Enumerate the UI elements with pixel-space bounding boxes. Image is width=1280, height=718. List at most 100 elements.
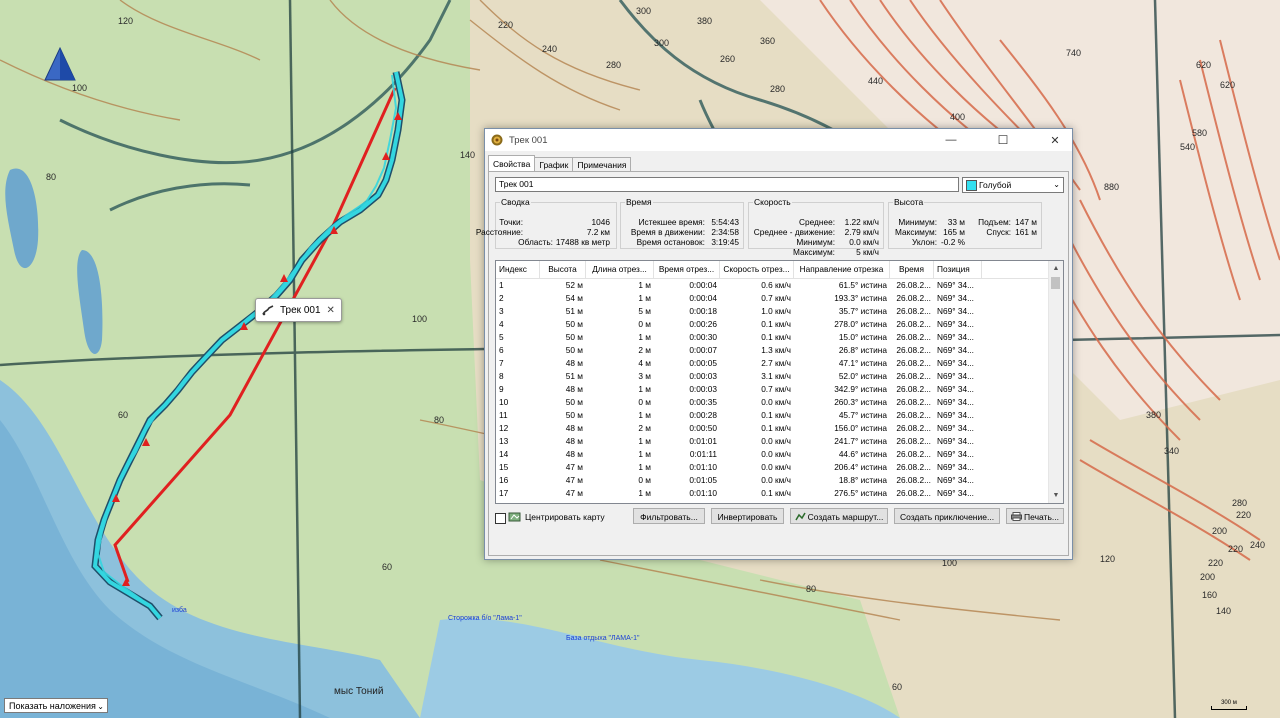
table-row[interactable]: 5 50 м 1 м 0:00:30 0.1 км/ч 15.0° истина 26.08… <box>496 331 1063 344</box>
table-cell: 1 м <box>638 462 651 472</box>
contour-label: 300 <box>654 38 669 48</box>
create-adventure-button[interactable]: Создать приключение... <box>894 508 1000 524</box>
table-body: 1 52 м1 м 0:00:04 0.6 км/ч 61.5° истина 26.08… <box>496 279 1063 500</box>
tab-properties[interactable]: Свойства <box>488 155 536 172</box>
title-bar[interactable]: Трек 001 — ☐ ✕ <box>485 129 1072 151</box>
tab-notes[interactable]: Примечания <box>572 157 632 172</box>
column-header[interactable]: Направление отрезка <box>794 261 890 278</box>
contour-label: 100 <box>72 83 87 93</box>
column-header[interactable]: Скорость отрез... <box>720 261 794 278</box>
table-row[interactable]: 14 48 м 1 м 0:01:11 0.0 км/ч 44.6° истина 26.0… <box>496 448 1063 461</box>
column-header[interactable]: Позиция <box>934 261 982 278</box>
contour-label: 160 <box>1202 590 1217 600</box>
contour-label: 280 <box>1232 498 1247 508</box>
vertical-scrollbar[interactable]: ▲ ▼ <box>1048 261 1063 503</box>
contour-label: 380 <box>697 16 712 26</box>
table-cell: 26.08.2... <box>896 397 931 407</box>
table-row[interactable]: 8 51 м 3 м 0:00:03 3.1 км/ч 52.0° истина 26.08… <box>496 370 1063 383</box>
contour-label: 120 <box>1100 554 1115 564</box>
track-name-input[interactable]: Трек 001 <box>495 177 959 192</box>
color-dropdown[interactable]: Голубой ⌄ <box>962 177 1064 193</box>
table-cell: 1 м <box>638 410 651 420</box>
print-button[interactable]: Печать... <box>1006 508 1064 524</box>
table-cell: 0.7 км/ч <box>761 384 791 394</box>
column-header[interactable]: Длина отрез... <box>586 261 654 278</box>
table-cell: 0.0 км/ч <box>761 462 791 472</box>
table-cell: 50 м <box>565 332 583 342</box>
table-cell: 3 м <box>638 371 651 381</box>
center-map-label: Центрировать карту <box>525 512 605 522</box>
close-icon[interactable]: ✕ <box>327 305 335 316</box>
table-cell: 26.08.2... <box>896 423 931 433</box>
chevron-down-icon: ⌄ <box>97 702 104 711</box>
track-popup[interactable]: Трек 001 ✕ <box>255 298 342 322</box>
table-row[interactable]: 17 47 м 1 м 0:01:10 0.1 км/ч 276.5° истина 26.… <box>496 487 1063 500</box>
table-cell: 241.7° истина <box>834 436 887 446</box>
table-cell: 51 м <box>565 306 583 316</box>
table-cell: N69° 34... <box>937 436 974 446</box>
invert-button[interactable]: Инвертировать <box>711 508 784 524</box>
table-cell: 15 <box>499 462 509 472</box>
table-cell: 0.1 км/ч <box>761 410 791 420</box>
contour-label: 80 <box>806 584 816 594</box>
descent-value: 161 м <box>1015 227 1037 237</box>
column-header[interactable]: Время отрез... <box>654 261 720 278</box>
track-icon <box>262 305 274 316</box>
table-cell: 48 м <box>565 384 583 394</box>
track-properties-window: Трек 001 — ☐ ✕ Свойства График Примечани… <box>476 128 1073 560</box>
table-cell: 26.08.2... <box>896 345 931 355</box>
color-swatch <box>966 180 977 191</box>
table-cell: 2 м <box>638 345 651 355</box>
table-cell: 48 м <box>565 358 583 368</box>
place-label: Сторожка б/о "Лама-1" <box>448 614 522 622</box>
contour-label: 60 <box>118 410 128 420</box>
create-route-button[interactable]: Создать маршрут... <box>790 508 888 524</box>
table-row[interactable]: 16 47 м 0 м 0:01:05 0.0 км/ч 18.8° истина 26.0… <box>496 474 1063 487</box>
table-row[interactable]: 10 50 м 0 м 0:00:35 0.0 км/ч 260.3° истина 26.… <box>496 396 1063 409</box>
scroll-down-icon[interactable]: ▼ <box>1049 489 1063 502</box>
table-row[interactable]: 7 48 м 4 м 0:00:05 2.7 км/ч 47.1° истина 26.08… <box>496 357 1063 370</box>
table-row[interactable]: 2 54 м 1 м 0:00:04 0.7 км/ч 193.3° истина 26.0… <box>496 292 1063 305</box>
contour-label: 200 <box>1212 526 1227 536</box>
create-route-label: Создать маршрут... <box>807 512 884 522</box>
table-row[interactable]: 11 50 м 1 м 0:00:28 0.1 км/ч 45.7° истина 26.0… <box>496 409 1063 422</box>
maximize-button[interactable]: ☐ <box>986 129 1020 151</box>
table-row[interactable]: 15 47 м 1 м 0:01:10 0.0 км/ч 206.4° истина 26.… <box>496 461 1063 474</box>
table-cell: 17 <box>499 488 509 498</box>
table-cell: 0.0 км/ч <box>761 475 791 485</box>
elapsed-time-label: Истекшее время: <box>638 217 705 227</box>
table-row[interactable]: 9 48 м 1 м 0:00:03 0.7 км/ч 342.9° истина 26.0… <box>496 383 1063 396</box>
tab-bar: Свойства График Примечания <box>488 155 632 172</box>
time-group: Время Истекшее время: 5:54:43 Время в дв… <box>620 197 744 249</box>
close-button[interactable]: ✕ <box>1038 129 1072 151</box>
column-header[interactable]: Индекс <box>496 261 540 278</box>
min-speed-label: Минимум: <box>796 237 835 247</box>
chevron-down-icon: ⌄ <box>1053 180 1060 189</box>
minimize-button[interactable]: — <box>934 129 968 151</box>
table-cell: 12 <box>499 423 509 433</box>
table-row[interactable]: 6 50 м 2 м 0:00:07 1.3 км/ч 26.8° истина 26.08… <box>496 344 1063 357</box>
table-cell: 1 м <box>638 384 651 394</box>
table-row[interactable]: 13 48 м 1 м 0:01:01 0.0 км/ч 241.7° истина 26.… <box>496 435 1063 448</box>
table-row[interactable]: 12 48 м 2 м 0:00:50 0.1 км/ч 156.0° истина 26.… <box>496 422 1063 435</box>
table-row[interactable]: 4 50 м 0 м 0:00:26 0.1 км/ч 278.0° истина 26.0… <box>496 318 1063 331</box>
column-header[interactable]: Время <box>890 261 934 278</box>
contour-label: 280 <box>606 60 621 70</box>
column-header[interactable]: Высота <box>540 261 586 278</box>
scroll-up-icon[interactable]: ▲ <box>1049 262 1063 275</box>
table-cell: 26.8° истина <box>838 345 887 355</box>
scroll-thumb[interactable] <box>1051 277 1060 289</box>
table-cell: 4 м <box>638 358 651 368</box>
table-cell: 4 <box>499 319 504 329</box>
table-row[interactable]: 1 52 м 1 м 0:00:04 0.6 км/ч 61.5° истина 26.08… <box>496 279 1063 292</box>
filter-button[interactable]: Фильтровать... <box>633 508 705 524</box>
track-points-table[interactable]: Индекс Высота Длина отрез... Время отрез… <box>495 260 1064 504</box>
overlay-dropdown[interactable]: Показать наложения ⌄ <box>4 698 108 713</box>
center-map-checkbox[interactable] <box>495 513 506 524</box>
table-cell: 52 м <box>565 280 583 290</box>
table-row[interactable]: 3 51 м 5 м 0:00:18 1.0 км/ч 35.7° истина 26.08… <box>496 305 1063 318</box>
table-cell: 5 м <box>638 306 651 316</box>
tab-graph[interactable]: График <box>534 157 574 172</box>
table-cell: 206.4° истина <box>834 462 887 472</box>
table-cell: 278.0° истина <box>834 319 887 329</box>
